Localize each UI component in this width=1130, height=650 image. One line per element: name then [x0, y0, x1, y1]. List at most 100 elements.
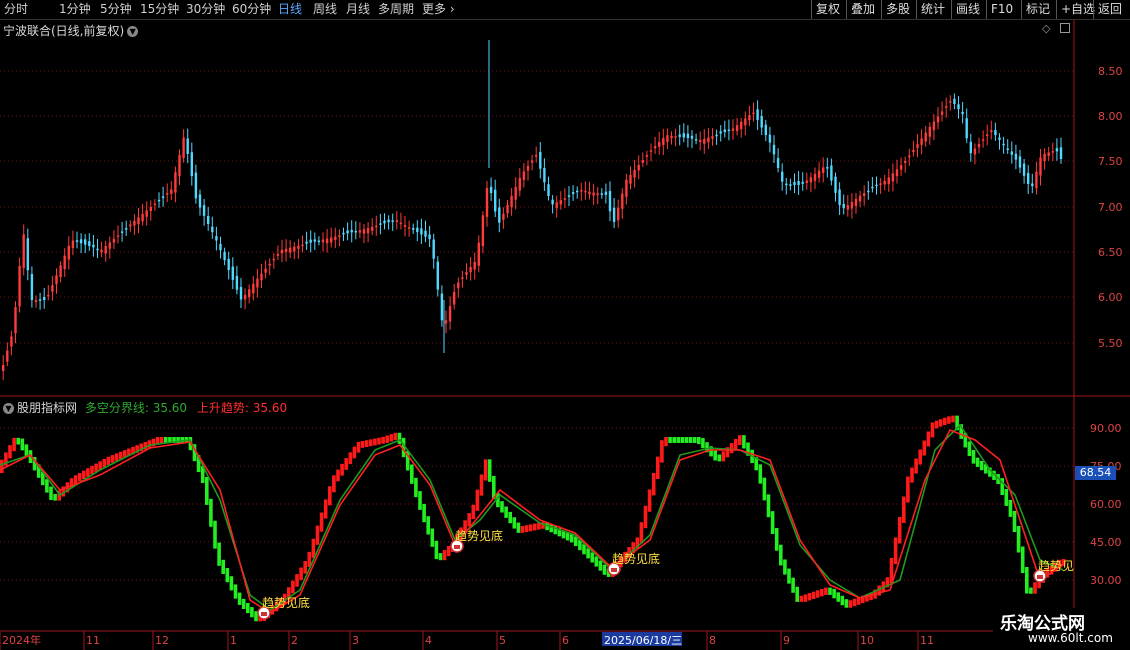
candle-body: [899, 165, 903, 170]
candle-body: [485, 188, 489, 217]
candle-body: [149, 207, 152, 212]
indicator-bar: [49, 486, 53, 500]
indicator-bar: [815, 590, 820, 598]
candle-body: [658, 142, 661, 147]
candle-body: [617, 207, 620, 221]
indicator-bar: [774, 527, 779, 551]
indicator-bar: [664, 437, 668, 447]
candle-body: [276, 253, 280, 256]
candle-body: [202, 205, 206, 216]
chart-canvas[interactable]: 趋势见底趋势见底趋势见底 趋势见 8.50 8.00 7.50 7.00 6.50…: [0, 0, 1130, 650]
candle-body: [137, 217, 140, 225]
candle-body: [731, 128, 735, 131]
indicator-bar: [500, 501, 504, 513]
candle-body: [502, 213, 505, 220]
candle-body: [243, 294, 247, 300]
indicator-bar: [967, 441, 972, 457]
candle-body: [108, 242, 111, 249]
candle-body: [494, 189, 497, 212]
candle-body: [219, 243, 222, 251]
indicator-bar: [680, 437, 685, 443]
candle-body: [1059, 147, 1063, 159]
candle-body: [362, 229, 366, 234]
candle-body: [596, 193, 599, 196]
current-value-badge: 68.54: [1075, 466, 1116, 480]
candle-body: [256, 278, 259, 288]
candle-body: [1018, 156, 1022, 168]
indicator-bar: [791, 577, 795, 593]
indicator-tick: 60.00: [1090, 498, 1122, 511]
indicator-bar: [840, 595, 845, 606]
candle-body: [871, 186, 874, 189]
candle-body: [170, 189, 173, 194]
candle-body: [920, 138, 923, 145]
indicator-name: 股朋指标网: [17, 401, 78, 415]
candle-body: [289, 247, 292, 253]
candle-body: [358, 230, 362, 233]
candle-body: [625, 179, 628, 197]
candle-body: [535, 155, 538, 157]
date-label: 1: [230, 634, 237, 647]
indicator-bar: [930, 422, 935, 438]
candle-body: [440, 293, 444, 321]
candle-body: [588, 191, 591, 195]
candle-body: [567, 195, 571, 197]
indicator-bar: [328, 486, 332, 506]
candle-body: [371, 226, 374, 231]
indicator-bar: [971, 450, 976, 464]
indicator-bar: [1004, 489, 1009, 506]
candle-body: [26, 238, 29, 271]
candle-body: [141, 213, 144, 222]
candle-body: [543, 167, 546, 183]
candle-body: [223, 251, 226, 261]
candle-body: [88, 241, 91, 247]
indicator-bar: [340, 463, 344, 476]
candle-body: [858, 195, 862, 202]
candle-body: [940, 111, 944, 115]
indicator-bar: [803, 594, 808, 602]
indicator-bar: [8, 445, 12, 459]
date-label: 11: [920, 634, 934, 647]
indicator-bar: [672, 437, 676, 443]
indicator-bar: [110, 455, 115, 463]
candle-body: [157, 199, 161, 202]
candle-body: [416, 227, 419, 233]
candle-body: [125, 228, 128, 230]
candle-body: [846, 205, 849, 210]
indicator-bar: [1012, 510, 1017, 532]
indicator-bar: [381, 436, 385, 444]
indicator-bar: [430, 528, 435, 547]
candle-body: [55, 275, 58, 285]
candle-body: [924, 132, 927, 142]
indicator-bar: [389, 434, 394, 442]
indicator-bar: [836, 592, 840, 602]
candle-body: [752, 112, 755, 115]
indicator-bar: [832, 588, 836, 599]
signal-icon-mark: [611, 568, 617, 572]
candle-body: [674, 136, 677, 138]
indicator-bar: [902, 496, 906, 523]
indicator-bar: [217, 542, 221, 566]
indicator-bar: [323, 499, 328, 519]
indicator-bar: [660, 440, 664, 463]
candle-body: [461, 277, 464, 279]
indicator-tick: 90.00: [1090, 422, 1122, 435]
candle-body: [63, 255, 66, 270]
indicator-bar: [783, 559, 787, 575]
indicator-bar: [106, 456, 111, 465]
candle-body: [571, 192, 575, 195]
candle-body: [863, 193, 866, 196]
indicator-bar: [246, 603, 250, 614]
indicator-bar: [1008, 499, 1013, 517]
indicator-bar: [656, 456, 660, 479]
indicator-bar: [311, 538, 316, 558]
indicator-bar: [713, 450, 717, 461]
indicator-panel-title[interactable]: ▼ 股朋指标网 多空分界线: 35.60 上升趋势: 35.60: [3, 399, 287, 416]
indicator-bar: [729, 443, 734, 454]
candle-body: [412, 228, 415, 230]
indicator-bar: [1020, 546, 1025, 573]
candle-body: [670, 135, 673, 139]
candle-body: [448, 306, 452, 322]
chevron-down-icon[interactable]: ▼: [3, 403, 14, 414]
indicator-bar: [336, 469, 340, 482]
